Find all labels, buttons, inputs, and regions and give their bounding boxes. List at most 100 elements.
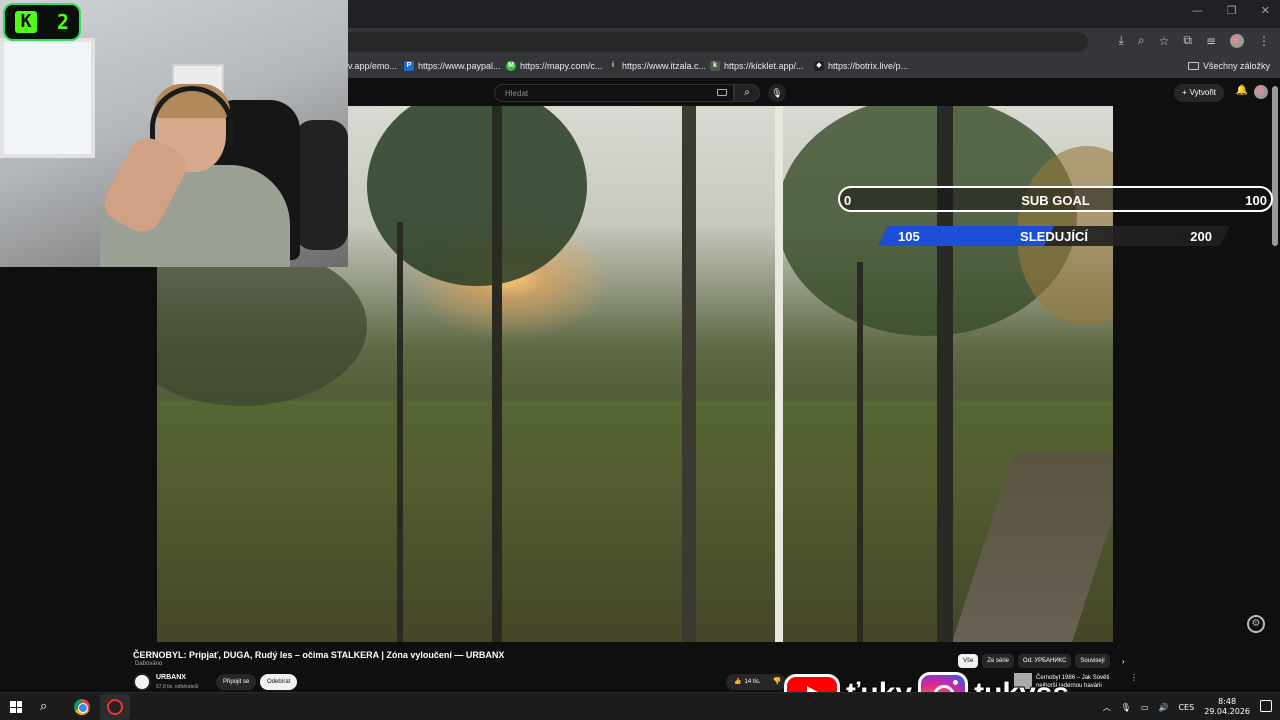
video-title: ČERNOBYL: Pripjať, DUGA, Rudý les – očim… [133, 650, 505, 660]
botrix-icon: ◆ [814, 61, 824, 71]
bookmark-item[interactable]: P https://www.paypal... [404, 61, 501, 71]
search-icon: ⌕ [744, 87, 750, 98]
chips-next-icon[interactable]: › [1122, 657, 1125, 666]
plus-icon: + [1181, 88, 1187, 97]
bookmark-item[interactable]: ◆ https://botrix.live/p... [814, 61, 908, 71]
like-button[interactable]: 👍 14 tis. [726, 674, 769, 690]
chip-all[interactable]: Vše [958, 654, 979, 668]
tray-volume-icon[interactable]: 🔊 [1159, 703, 1169, 712]
windows-taskbar: ⌕ ︿ 🎙 ▭ 🔊 CES 8:48 29.04.2026 [0, 692, 1280, 720]
recommendation-chips: Vše Ze série Od: УРБАНИКС Souvisejí [958, 654, 1110, 668]
webcam-room-window [0, 38, 95, 158]
obs-icon [107, 699, 123, 715]
bookmark-item[interactable]: v.app/emo... [348, 61, 397, 71]
bookmark-star-icon[interactable]: ☆ [1159, 34, 1170, 48]
input-language[interactable]: CES [1178, 703, 1194, 712]
bookmark-label: v.app/emo... [348, 61, 397, 71]
sub-goal-bar: 0 SUB GOAL 100 [838, 186, 1273, 212]
chip-related[interactable]: Souvisejí [1075, 654, 1110, 668]
bookmark-label: https://www.itzala.c... [622, 61, 707, 71]
subscriber-count: 67,8 tis. odběratelů [156, 684, 199, 690]
window-controls: — ❐ ✕ [1192, 4, 1270, 17]
video-scene-tree [397, 222, 403, 642]
notifications-bell-icon[interactable]: 🔔 [1236, 85, 1248, 96]
youtube-account-avatar[interactable] [1254, 85, 1268, 99]
chip-series[interactable]: Ze série [982, 654, 1015, 668]
system-tray: ︿ 🎙 ▭ 🔊 CES 8:48 29.04.2026 [1103, 693, 1250, 720]
keyboard-icon[interactable] [717, 89, 727, 96]
bookmark-item[interactable]: k https://kicklet.app/... [710, 61, 804, 71]
dubbed-label: Dabováno [135, 661, 163, 667]
kick-logo-icon: K [14, 11, 37, 33]
join-button[interactable]: Připojit se [216, 674, 257, 690]
itzala-icon: i [608, 61, 618, 71]
like-count: 14 tis. [744, 679, 761, 685]
clock-time: 8:48 [1218, 697, 1237, 706]
follower-goal-max: 200 [1190, 229, 1212, 244]
follower-goal-bar: 105 SLEDUJÍCÍ 200 [878, 226, 1230, 246]
kicklet-icon: k [710, 61, 720, 71]
minimize-button[interactable]: — [1192, 4, 1203, 17]
browser-toolbar: ⤓ ⌕ ☆ ⧉ ≡ ⋮ [348, 28, 1280, 56]
bookmark-label: https://mapy.com/c... [520, 61, 603, 71]
folder-icon [1187, 62, 1199, 70]
screen: — ❐ ✕ ⤓ ⌕ ☆ ⧉ ≡ ⋮ v.app/emo... P https:/… [0, 0, 1280, 720]
tray-network-icon[interactable]: ▭ [1141, 703, 1149, 712]
clock-date: 29.04.2026 [1204, 707, 1250, 716]
search-button[interactable]: ⌕ [734, 84, 760, 102]
video-scene-birch [775, 106, 783, 642]
all-bookmarks-button[interactable]: Všechny záložky [1187, 61, 1270, 71]
taskbar-app-active[interactable] [100, 694, 130, 720]
start-menu-icon[interactable] [10, 701, 22, 713]
bookmark-item[interactable]: M https://mapy.com/c... [506, 61, 602, 71]
chrome-taskbar-icon[interactable] [74, 699, 90, 715]
extensions-icon[interactable]: ⧉ [1183, 33, 1192, 48]
taskbar-search-icon[interactable]: ⌕ [40, 699, 47, 714]
tray-mic-icon[interactable]: 🎙 [1121, 703, 1131, 712]
mapy-icon: M [506, 61, 516, 71]
address-bar[interactable] [348, 32, 1088, 52]
bookmark-label: https://botrix.live/p... [828, 61, 909, 71]
install-icon[interactable]: ⤓ [1119, 33, 1124, 48]
browser-menu-icon[interactable]: ⋮ [1258, 34, 1270, 48]
recommendation-more-icon[interactable]: ⋮ [1130, 673, 1138, 682]
create-label: Vytvořit [1189, 88, 1216, 97]
voice-search-button[interactable]: 🎙 [768, 84, 786, 102]
reading-list-icon[interactable]: ≡ [1206, 34, 1216, 48]
youtube-header: Hledat ⌕ 🎙 + Vytvořit 🔔 [348, 80, 1280, 106]
video-scene-tree [857, 262, 863, 642]
bookmark-label: https://kicklet.app/... [724, 61, 804, 71]
video-scene-tree [682, 106, 696, 642]
bookmarks-bar: v.app/emo... P https://www.paypal... M h… [348, 56, 1280, 78]
video-scene-tree [492, 106, 502, 642]
taskbar-clock[interactable]: 8:48 29.04.2026 [1204, 697, 1250, 717]
kick-viewer-badge: K 2 [3, 3, 81, 41]
zoom-icon[interactable]: ⌕ [1138, 33, 1145, 48]
paypal-icon: P [404, 61, 414, 71]
unsubscribe-button[interactable]: Odebírat [260, 674, 298, 690]
create-button[interactable]: + Vytvořit [1173, 84, 1224, 102]
chip-from-channel[interactable]: Od: УРБАНИКС [1018, 654, 1072, 668]
page-scrollbar[interactable] [1272, 86, 1278, 246]
notification-center-icon[interactable] [1260, 700, 1272, 712]
settings-gear-icon[interactable]: ⚙ [1247, 615, 1265, 633]
tray-overflow-icon[interactable]: ︿ [1103, 702, 1111, 713]
youtube-search-input[interactable]: Hledat [494, 84, 734, 102]
channel-name[interactable]: URBANX [156, 674, 186, 681]
webcam-overlay: K 2 [0, 0, 348, 267]
follower-goal-label: SLEDUJÍCÍ [1020, 229, 1088, 244]
profile-avatar[interactable] [1230, 33, 1244, 48]
search-placeholder: Hledat [505, 89, 529, 98]
maximize-button[interactable]: ❐ [1227, 4, 1237, 17]
bookmark-item[interactable]: i https://www.itzala.c... [608, 61, 706, 71]
thumbs-down-icon: 👎 [772, 678, 782, 685]
sub-goal-label: SUB GOAL [1021, 193, 1090, 208]
bookmark-label: https://www.paypal... [418, 61, 501, 71]
browser-titlebar: — ❐ ✕ [348, 0, 1280, 28]
sub-goal-max: 100 [1245, 193, 1267, 208]
webcam-background-clothes [295, 120, 348, 250]
kick-count: 2 [56, 10, 69, 34]
video-scene-foliage [157, 246, 367, 406]
channel-avatar[interactable] [133, 673, 151, 691]
close-button[interactable]: ✕ [1261, 4, 1270, 17]
